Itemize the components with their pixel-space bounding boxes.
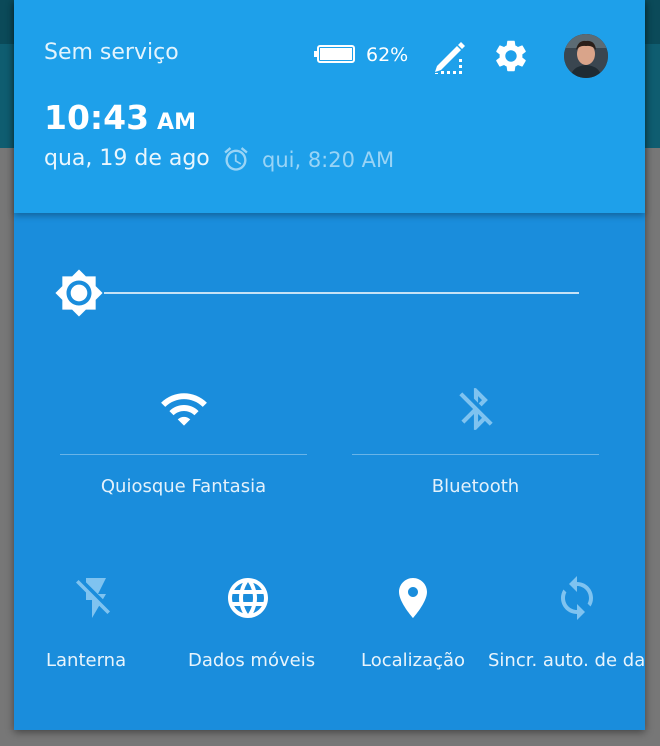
auto-sync-tile[interactable]: Sincr. auto. de dados (487, 570, 645, 680)
bluetooth-tile[interactable]: Bluetooth (352, 380, 599, 510)
bluetooth-label[interactable]: Bluetooth (352, 476, 599, 497)
flashlight-off-icon (76, 578, 110, 618)
location-label: Localização (361, 650, 466, 671)
sync-icon (561, 576, 593, 620)
settings-gear-icon[interactable] (492, 37, 530, 75)
wifi-divider (60, 454, 307, 455)
user-photo-icon (564, 34, 608, 78)
clock-ampm: AM (157, 110, 196, 135)
wifi-tile[interactable]: Quiosque Fantasia (60, 380, 307, 510)
edit-icon[interactable] (431, 36, 465, 74)
location-pin-icon (399, 578, 427, 618)
bluetooth-disabled-icon (459, 388, 493, 430)
alarm-clock-icon (224, 147, 248, 171)
flashlight-tile[interactable]: Lanterna (28, 570, 164, 680)
carrier-label: Sem serviço (44, 40, 179, 65)
date-label[interactable]: qua, 19 de ago (44, 146, 210, 171)
bluetooth-divider (352, 454, 599, 455)
wifi-network-label[interactable]: Quiosque Fantasia (60, 476, 307, 497)
brightness-slider[interactable] (104, 292, 579, 294)
brightness-icon (55, 269, 103, 317)
battery-percentage: 62% (366, 44, 409, 66)
clock[interactable]: 10:43 AM (44, 98, 196, 137)
quick-settings-panel: Sem serviço 62% 10:43 AM qua, 19 de ago … (14, 0, 645, 730)
wifi-icon (161, 393, 207, 426)
mobile-data-label: Dados móveis (188, 650, 316, 671)
globe-icon (228, 578, 268, 618)
auto-sync-label: Sincr. auto. de dados (488, 650, 645, 671)
clock-time: 10:43 (44, 98, 150, 137)
location-tile[interactable]: Localização (344, 570, 494, 680)
flashlight-label: Lanterna (46, 650, 127, 671)
next-alarm-label[interactable]: qui, 8:20 AM (262, 148, 394, 172)
mobile-data-tile[interactable]: Dados móveis (174, 570, 334, 680)
battery-icon (314, 45, 355, 63)
quick-settings-header: Sem serviço 62% 10:43 AM qua, 19 de ago … (14, 0, 645, 213)
user-avatar[interactable] (564, 34, 608, 78)
